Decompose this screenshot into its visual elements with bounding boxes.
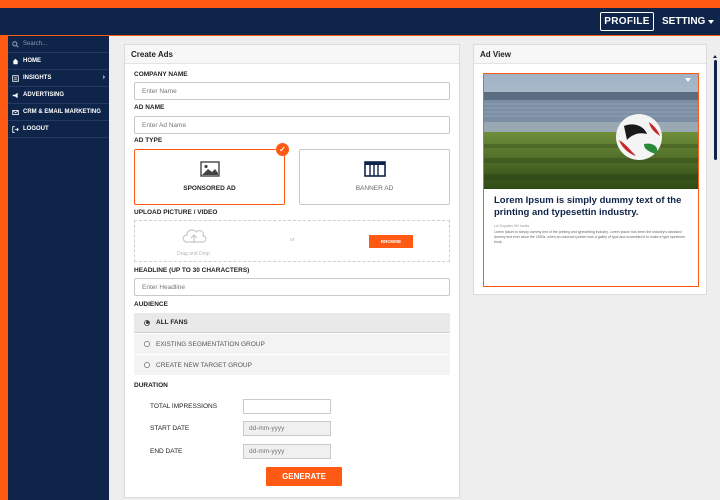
browse-button[interactable]: BROWSE <box>369 235 413 248</box>
headline-label: HEADLINE (UP TO 30 CHARACTERS) <box>134 267 250 274</box>
ad-type-label-sponsored: SPONSORED AD <box>183 185 236 192</box>
cloud-upload-icon <box>180 226 208 251</box>
ad-type-label: AD TYPE <box>134 137 163 144</box>
end-date-label: END DATE <box>150 448 183 455</box>
create-ads-title: Create Ads <box>125 45 459 64</box>
ad-type-sponsored-option[interactable]: SPONSORED AD <box>134 149 285 205</box>
audience-option-new-target[interactable]: CREATE NEW TARGET GROUP <box>134 355 450 375</box>
create-ads-panel: Create Ads COMPANY NAME AD NAME AD TYPE … <box>124 44 460 498</box>
audience-option-label: CREATE NEW TARGET GROUP <box>156 361 252 369</box>
start-date-label: START DATE <box>150 425 190 432</box>
company-name-input[interactable] <box>134 82 450 100</box>
sidebar-item-label: HOME <box>23 58 41 64</box>
audience-label: AUDIENCE <box>134 301 168 308</box>
top-accent-strip <box>0 0 720 8</box>
total-impressions-label: TOTAL IMPRESSIONS <box>150 403 218 410</box>
chevron-down-icon <box>708 19 715 24</box>
upload-dropzone[interactable]: Drag and Drop or BROWSE <box>134 220 450 262</box>
top-navbar: PROFILE SETTING <box>0 8 720 35</box>
envelope-icon <box>12 109 19 116</box>
image-icon <box>200 161 220 182</box>
page-scrollbar[interactable] <box>714 60 717 160</box>
insights-icon <box>12 74 19 82</box>
selected-check-icon: ✓ <box>276 143 289 156</box>
logout-icon <box>12 125 19 133</box>
total-impressions-input[interactable] <box>243 399 331 414</box>
profile-button[interactable]: PROFILE <box>600 12 654 31</box>
upload-label: UPLOAD PICTURE / VIDEO <box>134 209 218 216</box>
company-name-label: COMPANY NAME <box>134 71 188 78</box>
setting-label: SETTING <box>662 16 706 27</box>
sidebar-search[interactable]: Search... <box>8 36 109 53</box>
ad-name-label: AD NAME <box>134 104 165 111</box>
sidebar-item-home[interactable]: HOME <box>8 53 109 70</box>
ad-preview-card: Lorem Ipsum is simply dummy text of the … <box>483 73 699 287</box>
ad-menu-chevron-icon[interactable] <box>685 78 691 82</box>
sidebar-search-placeholder: Search... <box>23 41 48 47</box>
megaphone-icon <box>12 92 19 99</box>
audience-option-all-fans[interactable]: ALL FANS <box>134 313 450 333</box>
chevron-right-icon: › <box>102 74 105 81</box>
radio-unselected-icon <box>144 362 150 368</box>
ad-name-input[interactable] <box>134 116 450 134</box>
setting-dropdown[interactable]: SETTING <box>662 12 715 31</box>
upload-separator: or <box>290 237 295 243</box>
generate-button[interactable]: GENERATE <box>266 467 342 486</box>
ad-type-label-banner: BANNER AD <box>355 185 394 192</box>
sidebar-item-label: CRM & EMAIL MARKETING <box>23 109 101 115</box>
sidebar: Search... HOME INSIGHTS › ADVERTISING CR… <box>8 36 109 500</box>
search-icon <box>12 40 19 48</box>
sidebar-item-crm[interactable]: CRM & EMAIL MARKETING <box>8 104 109 121</box>
start-date-input[interactable] <box>243 421 331 436</box>
banner-icon <box>364 161 386 182</box>
radio-unselected-icon <box>144 341 150 347</box>
ad-view-panel: Ad View Lorem Ipsum is simply dummy text… <box>473 44 707 295</box>
headline-input[interactable] <box>134 278 450 296</box>
radio-selected-icon <box>144 319 150 326</box>
sidebar-item-label: INSIGHTS <box>23 75 52 81</box>
sidebar-item-advertising[interactable]: ADVERTISING <box>8 87 109 104</box>
duration-label: DURATION <box>134 382 168 389</box>
sidebar-item-insights[interactable]: INSIGHTS › <box>8 70 109 87</box>
end-date-input[interactable] <box>243 444 331 459</box>
audience-option-label: ALL FANS <box>156 319 188 326</box>
scroll-up-icon[interactable] <box>713 55 717 58</box>
audience-option-existing-segment[interactable]: EXISTING SEGMENTATION GROUP <box>134 334 450 354</box>
sidebar-item-logout[interactable]: LOGOUT <box>8 121 109 138</box>
ad-preview-subtext: Lid Supplies 9th hanks <box>494 224 530 228</box>
sidebar-item-label: ADVERTISING <box>23 92 65 98</box>
audience-option-label: EXISTING SEGMENTATION GROUP <box>156 340 265 348</box>
ad-preview-body: Lorem Ipsum is simply dummy text of the … <box>494 230 686 244</box>
ad-preview-image <box>484 74 698 189</box>
ad-view-title: Ad View <box>474 45 706 64</box>
ad-type-banner-option[interactable]: BANNER AD <box>299 149 450 205</box>
home-icon <box>12 58 19 65</box>
sidebar-item-label: LOGOUT <box>23 126 49 132</box>
drag-drop-text: Drag and Drop <box>177 251 210 257</box>
ad-preview-headline: Lorem Ipsum is simply dummy text of the … <box>494 195 682 218</box>
